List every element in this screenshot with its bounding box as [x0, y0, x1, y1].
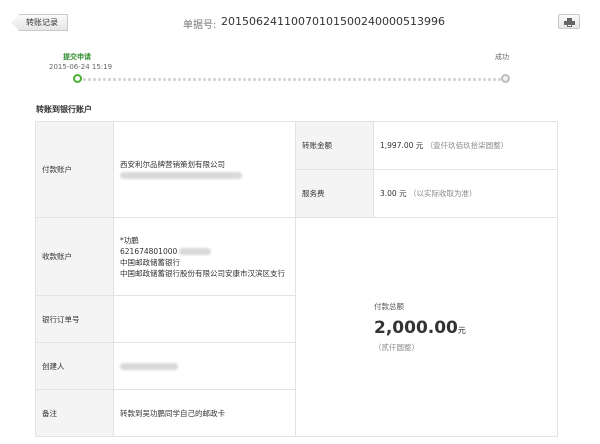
payer-account-value: 西安利尔品牌营销策划有限公司 [113, 121, 296, 218]
payment-total-value: 2,000.00 [374, 318, 458, 338]
payee-account-number: 621674801000 [120, 246, 178, 256]
payment-total-panel: 付款总额 2,000.00元 （贰仟圆整） [295, 217, 558, 437]
section-title: 转账到银行账户 [36, 105, 92, 114]
payee-bank: 中国邮政储蓄银行 [120, 257, 180, 267]
remark-value: 转款到吴功鹏同学自己的邮政卡 [113, 389, 296, 437]
payee-branch: 中国邮政储蓄银行股份有限公司安康市汉滨区支行 [120, 268, 285, 278]
service-fee-label: 服务费 [295, 169, 374, 218]
transfer-amount-cell: 1,997.00 元 （壹仟玖佰玖拾柒圆整） [373, 121, 558, 170]
payment-total-unit: 元 [457, 326, 466, 335]
transfer-amount-words: （壹仟玖佰玖拾柒圆整） [425, 141, 509, 150]
step-success-label: 成功 [495, 53, 509, 61]
printer-icon [564, 18, 575, 27]
redacted-creator [120, 363, 178, 370]
step-success-dot [501, 74, 510, 83]
bank-order-number-value [113, 295, 296, 343]
order-number: 20150624110070101500240000513996 [221, 15, 445, 28]
step-submitted-time: 2015-06-24 15:19 [49, 63, 113, 71]
step-submitted-dot [73, 74, 82, 83]
payer-company-name: 西安利尔品牌营销策划有限公司 [120, 159, 225, 169]
service-fee-value: 3.00 元 [380, 189, 407, 198]
payee-account-label: 收款账户 [35, 217, 114, 296]
payee-account-value: *功鹏 621674801000 中国邮政储蓄银行 中国邮政储蓄银行股份有限公司… [113, 217, 296, 296]
redacted-account [120, 172, 242, 179]
payee-name: *功鹏 [120, 235, 139, 245]
transfer-amount-value: 1,997.00 元 [380, 141, 424, 150]
transfer-details-table: 付款账户 西安利尔品牌营销策划有限公司 转账金额 1,997.00 元 （壹仟玖… [35, 121, 558, 437]
payer-account-label: 付款账户 [35, 121, 114, 218]
back-to-transfer-records-button[interactable]: 转账记录 [12, 14, 68, 31]
service-fee-cell: 3.00 元 （以实际收取为准） [373, 169, 558, 218]
creator-value [113, 342, 296, 390]
step-submitted-label: 提交申请 [63, 53, 91, 61]
remark-label: 备注 [35, 389, 114, 437]
transfer-amount-label: 转账金额 [295, 121, 374, 170]
payment-total-words: （贰仟圆整） [374, 343, 419, 352]
payment-total-label: 付款总额 [374, 302, 404, 311]
order-number-label: 单据号: [183, 20, 217, 31]
service-fee-note: （以实际收取为准） [408, 189, 477, 198]
redacted-account [179, 248, 212, 255]
payment-total-amount: 2,000.00元 [374, 318, 557, 338]
print-button[interactable] [558, 14, 580, 29]
creator-label: 创建人 [35, 342, 114, 390]
progress-track [77, 77, 506, 82]
bank-order-number-label: 银行订单号 [35, 295, 114, 343]
